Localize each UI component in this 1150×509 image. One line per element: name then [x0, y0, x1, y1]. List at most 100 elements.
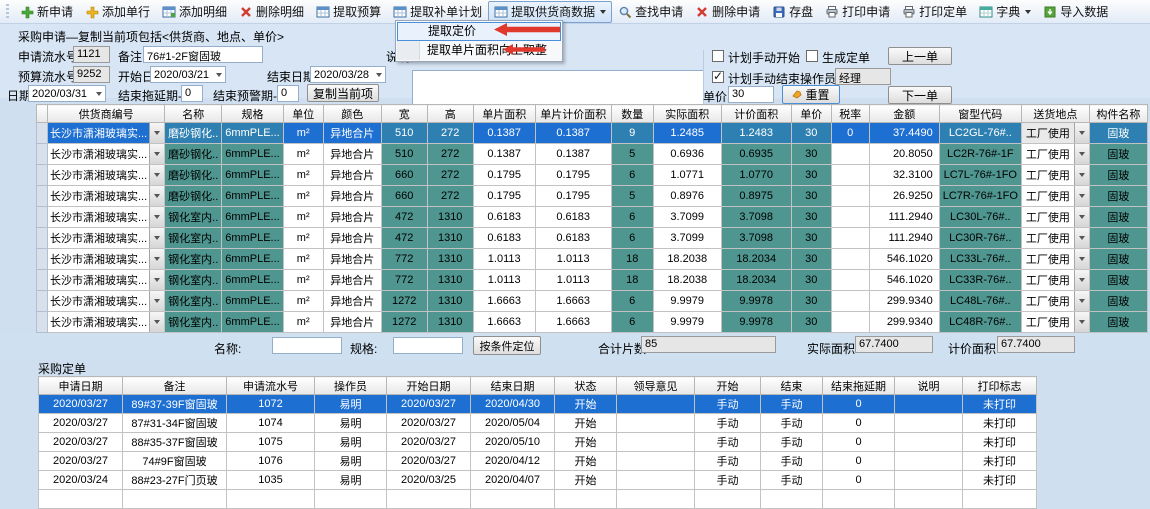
- cell[interactable]: 固玻: [1089, 228, 1147, 249]
- cell[interactable]: 2020/05/10: [471, 433, 555, 452]
- cell[interactable]: 3.7099: [653, 228, 721, 249]
- cell[interactable]: 工厂使用: [1021, 165, 1089, 186]
- save-button[interactable]: 存盘: [766, 1, 819, 23]
- cell[interactable]: 未打印: [963, 433, 1037, 452]
- cell[interactable]: 111.2940: [869, 207, 939, 228]
- chevron-down-icon[interactable]: [149, 207, 164, 227]
- cell[interactable]: 0.1795: [473, 186, 535, 207]
- cell[interactable]: 0.1387: [535, 144, 611, 165]
- cell[interactable]: [37, 291, 48, 312]
- cell[interactable]: 0: [823, 452, 895, 471]
- cell[interactable]: 6mmPLE...: [222, 228, 283, 249]
- cell[interactable]: [37, 228, 48, 249]
- cell[interactable]: m²: [283, 165, 323, 186]
- dictionary-button[interactable]: 字典: [973, 1, 1037, 23]
- unit-price-field[interactable]: 30: [728, 86, 774, 103]
- cell[interactable]: 30: [791, 291, 831, 312]
- cell[interactable]: 0.1387: [473, 123, 535, 144]
- add-detail-button[interactable]: 添加明细: [156, 1, 233, 23]
- cell[interactable]: 6mmPLE...: [222, 291, 283, 312]
- orders-table-row[interactable]: 2020/03/2788#35-37F窗固玻1075易明2020/03/2720…: [39, 433, 1037, 452]
- cell[interactable]: 1272: [381, 312, 427, 333]
- add-row-button[interactable]: 添加单行: [79, 1, 156, 23]
- cell[interactable]: 272: [427, 144, 473, 165]
- cell[interactable]: [831, 228, 869, 249]
- cell[interactable]: LC48L-76#..: [939, 291, 1021, 312]
- cell[interactable]: 工厂使用: [1021, 312, 1089, 333]
- cell[interactable]: 472: [381, 207, 427, 228]
- remark-field[interactable]: 76#1-2F窗固玻: [143, 46, 263, 63]
- cell[interactable]: 开始: [555, 433, 617, 452]
- cell[interactable]: 未打印: [963, 395, 1037, 414]
- delete-request-button[interactable]: 删除申请: [689, 1, 766, 23]
- cell[interactable]: 30: [791, 228, 831, 249]
- cell[interactable]: m²: [283, 207, 323, 228]
- cell[interactable]: 手动: [761, 395, 823, 414]
- cell[interactable]: 异地合片: [323, 291, 381, 312]
- cell[interactable]: 18.2034: [721, 270, 791, 291]
- chevron-down-icon[interactable]: [1074, 228, 1089, 248]
- cell[interactable]: 钢化室内..: [165, 207, 222, 228]
- detail-table-row[interactable]: 长沙市潇湘玻璃实...钢化室内..6mmPLE...m²异地合片12721310…: [37, 291, 1148, 312]
- cell[interactable]: 异地合片: [323, 249, 381, 270]
- chevron-down-icon[interactable]: [149, 228, 164, 248]
- orders-table-row[interactable]: 2020/03/2789#37-39F窗固玻1072易明2020/03/2720…: [39, 395, 1037, 414]
- cell[interactable]: 1.0113: [473, 270, 535, 291]
- cell[interactable]: [831, 186, 869, 207]
- chevron-down-icon[interactable]: [149, 144, 164, 164]
- cell[interactable]: [895, 433, 963, 452]
- cell[interactable]: [895, 471, 963, 490]
- chevron-down-icon[interactable]: [1074, 291, 1089, 311]
- cell[interactable]: 6: [611, 228, 653, 249]
- warn-field[interactable]: 0: [277, 85, 299, 102]
- cell[interactable]: 1.0771: [653, 165, 721, 186]
- cell[interactable]: 272: [427, 165, 473, 186]
- filter-spec-input[interactable]: [393, 337, 463, 354]
- cell[interactable]: 异地合片: [323, 144, 381, 165]
- chevron-down-icon[interactable]: [1074, 144, 1089, 164]
- cell[interactable]: 开始: [555, 395, 617, 414]
- cell[interactable]: 510: [381, 144, 427, 165]
- cell[interactable]: 1310: [427, 312, 473, 333]
- cell[interactable]: 5: [611, 186, 653, 207]
- cell[interactable]: [617, 452, 695, 471]
- cell[interactable]: [831, 144, 869, 165]
- budget-no-field[interactable]: 9252: [73, 66, 110, 83]
- cell[interactable]: 钢化室内..: [165, 228, 222, 249]
- chevron-down-icon[interactable]: [149, 186, 164, 206]
- copy-current-button[interactable]: 复制当前项: [307, 84, 379, 102]
- detail-table-row[interactable]: 长沙市潇湘玻璃实...钢化室内..6mmPLE...m²异地合片47213100…: [37, 207, 1148, 228]
- cell[interactable]: 0: [823, 395, 895, 414]
- cell[interactable]: [617, 433, 695, 452]
- cell[interactable]: 2020/04/12: [471, 452, 555, 471]
- cell[interactable]: 9.9979: [653, 312, 721, 333]
- cell[interactable]: 1.2485: [653, 123, 721, 144]
- cell[interactable]: 660: [381, 186, 427, 207]
- cell[interactable]: 手动: [695, 452, 761, 471]
- chevron-down-icon[interactable]: [1074, 312, 1089, 332]
- cell[interactable]: [895, 452, 963, 471]
- cell[interactable]: 易明: [315, 414, 387, 433]
- chevron-down-icon[interactable]: [96, 92, 102, 96]
- cell[interactable]: 546.1020: [869, 270, 939, 291]
- cell[interactable]: LC30L-76#..: [939, 207, 1021, 228]
- cell[interactable]: 1.6663: [535, 312, 611, 333]
- cell[interactable]: 30: [791, 144, 831, 165]
- cell[interactable]: 30: [791, 186, 831, 207]
- cell[interactable]: 钢化室内..: [165, 249, 222, 270]
- cell[interactable]: 工厂使用: [1021, 144, 1089, 165]
- cell[interactable]: 2020/03/24: [39, 471, 123, 490]
- cell[interactable]: 长沙市潇湘玻璃实...: [48, 228, 165, 249]
- cell[interactable]: 长沙市潇湘玻璃实...: [48, 165, 165, 186]
- cell[interactable]: 0: [831, 123, 869, 144]
- chevron-down-icon[interactable]: [1074, 123, 1089, 143]
- delay-field[interactable]: 0: [181, 85, 203, 102]
- cell[interactable]: 开始: [555, 471, 617, 490]
- cell[interactable]: 1310: [427, 207, 473, 228]
- cell[interactable]: 6: [611, 207, 653, 228]
- cell[interactable]: 固玻: [1089, 270, 1147, 291]
- cell[interactable]: 9.9978: [721, 291, 791, 312]
- cell[interactable]: 磨砂钢化..: [165, 186, 222, 207]
- cell[interactable]: 1075: [227, 433, 315, 452]
- cell[interactable]: m²: [283, 291, 323, 312]
